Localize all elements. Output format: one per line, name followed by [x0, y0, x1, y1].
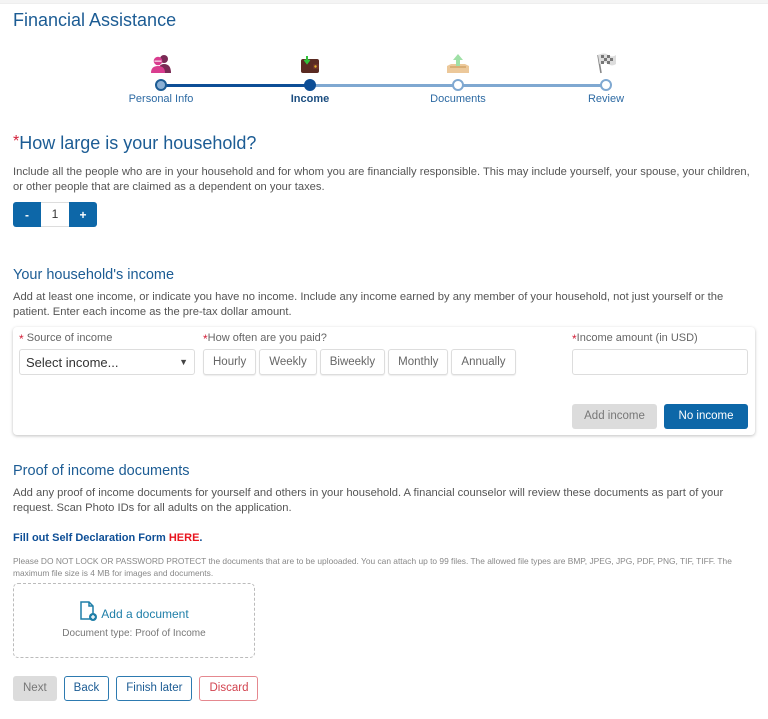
step-dot — [452, 79, 464, 91]
income-heading: Your household's income — [13, 267, 175, 283]
self-declaration-line: Fill out Self Declaration Form HERE. — [13, 532, 203, 544]
page-title: Financial Assistance — [13, 10, 177, 30]
finish-later-button[interactable]: Finish later — [116, 676, 193, 701]
select-value: Select income... — [26, 354, 119, 370]
document-dropzone[interactable]: Add a document Document type: Proof of I… — [13, 583, 255, 658]
household-description: Include all the people who are in your h… — [13, 166, 750, 193]
step-label: Personal Info — [128, 93, 194, 105]
step-label: Documents — [430, 93, 486, 105]
pay-frequency-options: Hourly Weekly Biweekly Monthly Annually — [203, 349, 516, 375]
checkered-flag-icon — [546, 48, 666, 74]
frequency-hourly[interactable]: Hourly — [203, 349, 257, 375]
no-income-button[interactable]: No income — [664, 404, 748, 429]
increment-button[interactable]: + — [69, 202, 97, 227]
add-document-button[interactable]: Add a document — [14, 601, 254, 626]
form-actions: Next Back Finish later Discard — [13, 676, 259, 701]
source-of-income-label: * Source of income — [19, 332, 113, 346]
step-dot — [304, 79, 316, 91]
progress-stepper: Personal Info Income Documents Review — [0, 48, 768, 118]
top-bar — [0, 0, 768, 4]
income-form-card: * Source of income Select income... ▼ *H… — [13, 327, 755, 435]
step-label: Review — [587, 93, 625, 105]
discard-button[interactable]: Discard — [199, 676, 259, 701]
proof-heading: Proof of income documents — [13, 463, 190, 479]
step-dot — [155, 79, 167, 91]
income-amount-input[interactable] — [572, 349, 748, 375]
household-size-stepper: - 1 + — [13, 202, 97, 227]
income-amount-label: *Income amount (in USD) — [572, 332, 698, 346]
step-personal-info[interactable]: Personal Info — [101, 48, 221, 105]
self-declaration-link[interactable]: HERE — [169, 532, 200, 544]
upload-tray-icon — [398, 48, 518, 74]
next-button[interactable]: Next — [13, 676, 57, 701]
chevron-down-icon: ▼ — [179, 357, 188, 367]
document-type-label: Document type: Proof of Income — [62, 628, 206, 639]
frequency-monthly[interactable]: Monthly — [388, 349, 449, 375]
household-heading: *How large is your household? — [13, 133, 256, 154]
household-count[interactable]: 1 — [41, 202, 69, 227]
wallet-icon — [250, 48, 370, 74]
step-documents[interactable]: Documents — [398, 48, 518, 105]
frequency-weekly[interactable]: Weekly — [259, 349, 317, 375]
frequency-biweekly[interactable]: Biweekly — [319, 349, 386, 375]
add-income-button[interactable]: Add income — [572, 404, 657, 429]
back-button[interactable]: Back — [63, 676, 110, 701]
decrement-button[interactable]: - — [13, 202, 41, 227]
step-dot — [600, 79, 612, 91]
pay-frequency-label: *How often are you paid? — [203, 332, 327, 346]
required-mark: * — [19, 332, 24, 346]
step-income[interactable]: Income — [250, 48, 370, 105]
add-file-icon — [79, 601, 98, 626]
add-document-label: Add a document — [101, 606, 189, 621]
income-description: Add at least one income, or indicate you… — [13, 291, 724, 318]
step-label: Income — [290, 93, 330, 105]
source-of-income-select[interactable]: Select income... ▼ — [19, 349, 195, 375]
step-review[interactable]: Review — [546, 48, 666, 105]
frequency-annually[interactable]: Annually — [451, 349, 516, 375]
upload-instructions: Please DO NOT LOCK OR PASSWORD PROTECT t… — [13, 556, 732, 578]
people-icon — [101, 48, 221, 74]
proof-description: Add any proof of income documents for yo… — [13, 487, 724, 514]
household-title: How large is your household? — [19, 133, 257, 153]
